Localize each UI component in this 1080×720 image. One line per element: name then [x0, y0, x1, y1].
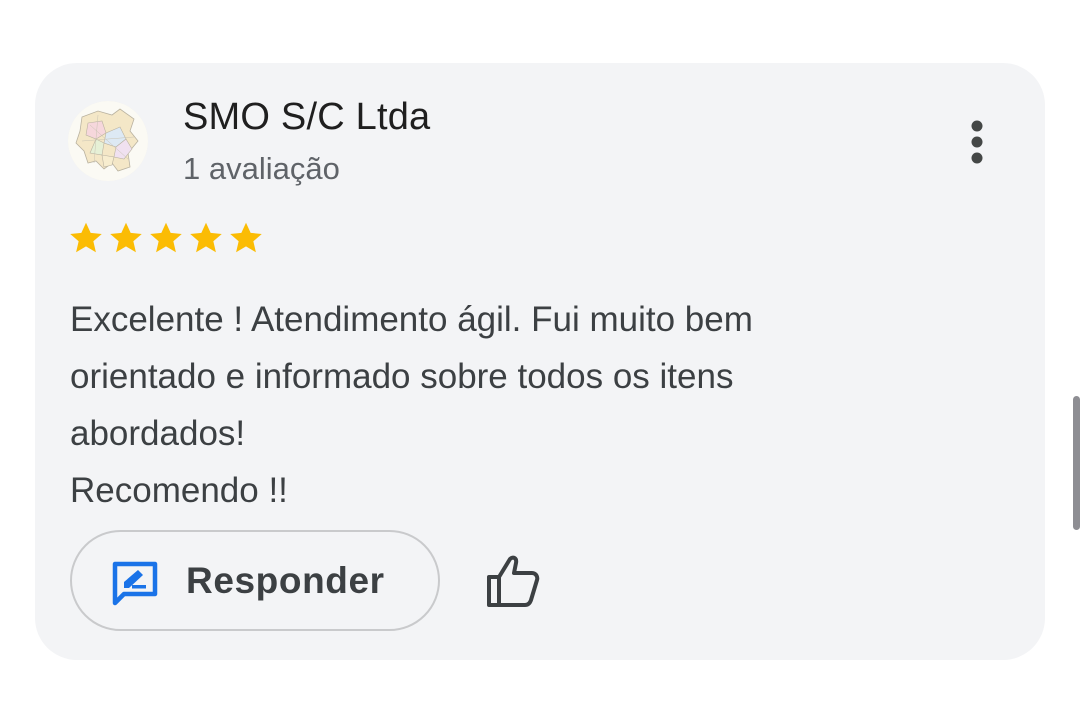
star-icon: [110, 222, 142, 253]
map-avatar-icon: [68, 101, 148, 181]
page: SMO S/C Ltda 1 avaliação Excelente ! Ate…: [0, 0, 1080, 720]
star-icon: [230, 222, 262, 253]
reviewer-avatar[interactable]: [68, 101, 148, 181]
reply-button[interactable]: Responder: [70, 530, 440, 631]
review-card: SMO S/C Ltda 1 avaliação Excelente ! Ate…: [35, 63, 1045, 660]
scrollbar-thumb[interactable]: [1073, 396, 1080, 530]
reply-button-label: Responder: [186, 560, 385, 601]
star-icon: [150, 222, 182, 253]
review-text: Excelente ! Atendimento ágil. Fui muito …: [70, 300, 753, 510]
like-button[interactable]: [483, 553, 543, 609]
thumb-up-icon: [487, 555, 540, 607]
star-rating: [68, 220, 264, 256]
reviewer-name[interactable]: SMO S/C Ltda: [183, 96, 430, 139]
star-icon: [70, 222, 102, 253]
more-options-button[interactable]: [951, 113, 1003, 171]
star-icon: [190, 222, 222, 253]
reviewer-review-count: 1 avaliação: [183, 151, 340, 186]
more-vert-icon: [971, 120, 983, 164]
reply-edit-icon: [112, 561, 158, 606]
